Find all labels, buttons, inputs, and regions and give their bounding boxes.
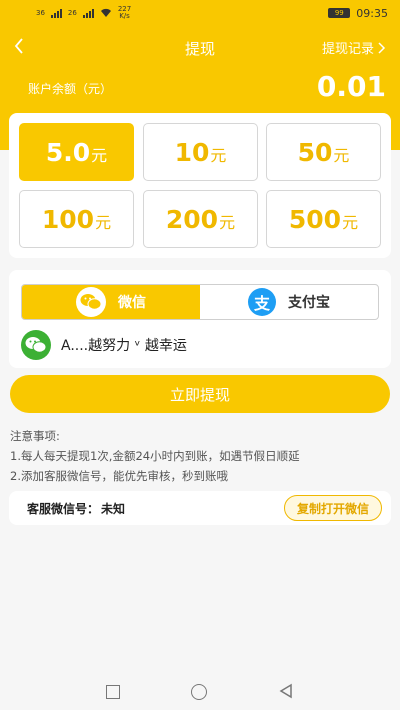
- home-icon[interactable]: [191, 684, 207, 700]
- battery-icon: 99: [328, 8, 351, 18]
- chevron-right-icon: [378, 41, 386, 54]
- balance-value: 0.01: [316, 70, 386, 103]
- payment-method-toggle: 微信 支 支付宝: [21, 284, 379, 320]
- amount-unit: 元: [219, 213, 236, 232]
- wechat-account-icon: [21, 330, 51, 360]
- amount-option-50[interactable]: 50 元: [266, 123, 381, 181]
- notes-section: 注意事项: 1.每人每天提现1次,金额24小时内到账，如遇节假日顺延 2.添加客…: [10, 426, 300, 486]
- wechat-option[interactable]: 微信: [22, 285, 200, 319]
- service-value: 未知: [101, 501, 126, 516]
- payment-card: 微信 支 支付宝 A....越努力 ᵛ 越幸运: [9, 270, 391, 368]
- speed-unit: K/s: [119, 12, 130, 20]
- amount-option-200[interactable]: 200 元: [143, 190, 258, 248]
- amount-option-5[interactable]: 5.0 元: [19, 123, 134, 181]
- status-left: 36 26 227 K/s: [36, 6, 131, 20]
- withdraw-records-label: 提现记录: [321, 42, 374, 57]
- amount-value: 5.0: [45, 137, 91, 167]
- status-time: 09:35: [356, 6, 388, 20]
- amount-value: 100: [41, 204, 95, 234]
- account-name: A....越努力 ᵛ 越幸运: [61, 338, 187, 354]
- amount-unit: 元: [95, 213, 112, 232]
- signal-icon: [82, 8, 94, 18]
- notes-line-2: 2.添加客服微信号，能优先审核，秒到账哦: [10, 469, 228, 483]
- amount-value: 10: [174, 137, 210, 167]
- network-speed: 227 K/s: [118, 6, 131, 20]
- amount-unit: 元: [333, 146, 350, 165]
- notes-line-1: 1.每人每天提现1次,金额24小时内到账，如遇节假日顺延: [10, 449, 300, 463]
- wechat-label: 微信: [118, 295, 146, 311]
- service-label: 客服微信号：: [27, 501, 100, 516]
- amount-unit: 元: [91, 146, 108, 165]
- status-bar: 36 26 227 K/s 99 09:35: [0, 0, 400, 26]
- recent-apps-icon[interactable]: [106, 685, 120, 699]
- withdraw-button[interactable]: 立即提现: [10, 375, 390, 413]
- alipay-option[interactable]: 支 支付宝: [200, 285, 378, 319]
- amount-unit: 元: [342, 213, 359, 232]
- wechat-icon: [76, 287, 106, 317]
- amount-value: 200: [165, 204, 219, 234]
- amount-value: 50: [297, 137, 333, 167]
- signal-2-label: 26: [67, 9, 77, 17]
- signal-1-label: 36: [36, 9, 45, 17]
- status-right: 99 09:35: [328, 7, 388, 20]
- balance-label: 账户余额（元）: [28, 82, 113, 96]
- withdraw-records-link[interactable]: 提现记录: [322, 38, 386, 57]
- alipay-icon: 支: [248, 288, 276, 316]
- wifi-icon: [100, 8, 111, 17]
- service-card: 客服微信号： 未知 复制打开微信: [9, 491, 391, 525]
- amount-option-500[interactable]: 500 元: [266, 190, 381, 248]
- amount-card: 5.0 元 10 元 50 元 100 元 200 元 500 元: [9, 113, 391, 258]
- signal-icon: [50, 8, 62, 18]
- nav-bar: 提现 提现记录: [0, 34, 400, 62]
- back-triangle-icon[interactable]: [278, 683, 294, 699]
- system-nav-bar: [0, 672, 400, 710]
- account-row: A....越努力 ᵛ 越幸运: [21, 330, 187, 360]
- notes-heading: 注意事项:: [10, 429, 60, 443]
- alipay-label: 支付宝: [288, 295, 330, 311]
- copy-open-wechat-button[interactable]: 复制打开微信: [283, 495, 382, 521]
- amount-option-10[interactable]: 10 元: [143, 123, 258, 181]
- amount-option-100[interactable]: 100 元: [19, 190, 134, 248]
- amount-value: 500: [288, 204, 342, 234]
- amount-unit: 元: [210, 146, 227, 165]
